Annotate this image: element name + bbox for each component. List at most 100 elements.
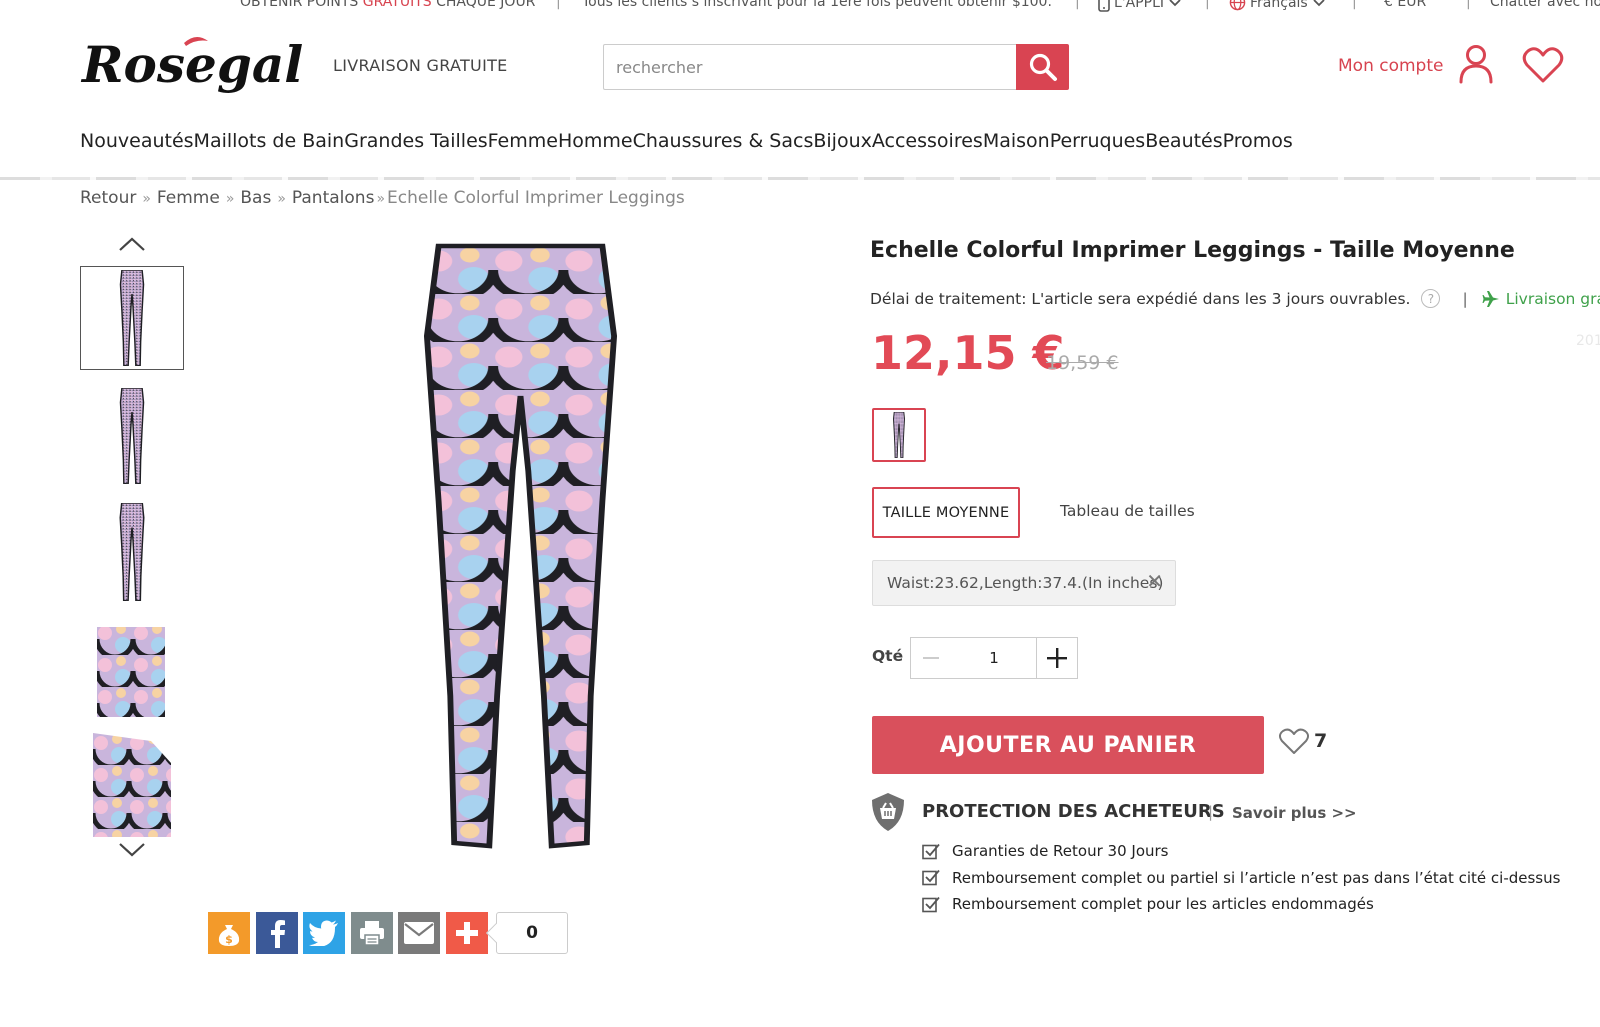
nav-item-swimwear[interactable]: Maillots de Bain xyxy=(194,130,345,152)
processing-time: Délai de traitement: L'article sera expé… xyxy=(870,289,1411,308)
thumbnail-scroll-down[interactable] xyxy=(118,842,146,862)
twitter-share-button[interactable] xyxy=(303,912,345,954)
product-thumbnail[interactable] xyxy=(80,500,184,604)
product-main-image[interactable] xyxy=(270,238,760,858)
language-menu[interactable]: Français xyxy=(1229,0,1325,11)
globe-icon xyxy=(1229,0,1246,11)
close-icon[interactable]: ✕ xyxy=(1146,569,1163,593)
checkbox-check-icon xyxy=(922,870,940,886)
plus-icon xyxy=(1047,648,1067,668)
guarantee-text: Remboursement complet pour les articles … xyxy=(952,895,1374,914)
points-text-free: GRATUITS xyxy=(362,0,432,10)
nav-item-shoes-bags[interactable]: Chaussures & Sacs xyxy=(633,130,814,152)
leggings-image xyxy=(270,238,760,858)
size-measurements: Waist:23.62,Length:37.4.(In inches) ✕ xyxy=(872,560,1176,606)
breadcrumb-women[interactable]: Femme xyxy=(157,188,220,208)
email-share-button[interactable] xyxy=(398,912,440,954)
checkbox-check-icon xyxy=(922,896,940,913)
search-input[interactable] xyxy=(603,44,1016,90)
more-share-button[interactable] xyxy=(446,912,488,954)
processing-info: Délai de traitement: L'article sera expé… xyxy=(870,289,1600,308)
phone-icon xyxy=(1098,0,1110,12)
add-to-cart-button[interactable]: AJOUTER AU PANIER xyxy=(872,716,1264,774)
leggings-swatch-image xyxy=(893,412,905,458)
nav-item-home[interactable]: Maison xyxy=(983,130,1050,152)
guarantee-list: Garanties de Retour 30 Jours Rembourseme… xyxy=(922,838,1560,918)
plus-icon xyxy=(456,922,478,944)
breadcrumb-back[interactable]: Retour xyxy=(80,188,136,208)
heart-icon[interactable] xyxy=(1522,46,1564,88)
guarantee-item: Remboursement complet ou partiel si l’ar… xyxy=(922,865,1560,892)
nav-item-new[interactable]: Nouveautés xyxy=(80,130,194,152)
quantity-increase-button[interactable] xyxy=(1036,637,1078,679)
share-count: 0 xyxy=(496,912,568,954)
nav-item-plus-size[interactable]: Grandes Tailles xyxy=(344,130,487,152)
quantity-decrease-button[interactable] xyxy=(910,637,952,679)
product-title: Echelle Colorful Imprimer Leggings - Tai… xyxy=(870,238,1515,263)
nav-item-jewelry[interactable]: Bijoux xyxy=(813,130,872,152)
chevron-down-icon xyxy=(1169,0,1181,7)
leggings-thumbnail-image xyxy=(119,388,145,484)
thumbnail-scroll-up[interactable] xyxy=(118,236,146,256)
quantity-input[interactable] xyxy=(951,637,1037,679)
original-price: 19,59 € xyxy=(1046,352,1119,374)
nav-item-accessories[interactable]: Accessoires xyxy=(872,130,983,152)
facebook-share-button[interactable] xyxy=(256,912,298,954)
search-icon xyxy=(1029,53,1057,81)
share-earn-button[interactable]: $ xyxy=(208,912,250,954)
search-button[interactable] xyxy=(1016,44,1069,90)
topbar-separator: | xyxy=(1466,0,1471,10)
free-shipping-label: Livraison gratuit xyxy=(1505,289,1600,308)
shield-basket-icon xyxy=(870,792,906,836)
nav-item-beauty[interactable]: Beautés xyxy=(1145,130,1222,152)
minus-icon xyxy=(923,657,939,659)
checkbox-check-icon xyxy=(922,843,940,860)
chevron-up-icon xyxy=(119,237,145,251)
money-bag-icon: $ xyxy=(218,925,240,946)
guarantee-item: Remboursement complet pour les articles … xyxy=(922,891,1560,918)
breadcrumb-pants[interactable]: Pantalons xyxy=(292,188,375,208)
topbar-separator: | xyxy=(556,0,561,10)
chevron-down-icon xyxy=(1313,0,1325,6)
breadcrumb-current: Echelle Colorful Imprimer Leggings xyxy=(387,188,685,208)
nav-item-wigs[interactable]: Perruques xyxy=(1050,130,1146,152)
nav-divider xyxy=(0,177,1600,180)
question-icon[interactable]: ? xyxy=(1421,289,1441,308)
size-chart-link[interactable]: Tableau de tailles xyxy=(1060,502,1195,520)
chat-link[interactable]: Chatter avec no xyxy=(1490,0,1600,10)
my-account-link[interactable]: Mon compte xyxy=(1338,56,1443,76)
rosegal-logo[interactable]: Rosegal xyxy=(80,30,312,106)
app-menu[interactable]: L'APPLI xyxy=(1098,0,1181,12)
learn-more-link[interactable]: Savoir plus >> xyxy=(1232,804,1357,822)
logo-wordmark: Rosegal xyxy=(80,35,303,94)
measurements-text: Waist:23.62,Length:37.4.(In inches) xyxy=(887,574,1164,592)
leggings-thumbnail-image xyxy=(119,270,145,366)
airplane-icon xyxy=(1482,290,1499,307)
product-thumbnail[interactable] xyxy=(80,620,184,724)
print-button[interactable] xyxy=(351,912,393,954)
points-text-post: CHAQUE JOUR xyxy=(436,0,536,10)
currency-menu[interactable]: € EUR xyxy=(1384,0,1426,10)
product-thumbnail[interactable] xyxy=(80,384,184,488)
guarantee-text: Remboursement complet ou partiel si l’ar… xyxy=(952,868,1561,887)
top-utility-bar: OBTENIR POINTS GRATUITS CHAQUE JOUR | To… xyxy=(0,0,1600,16)
breadcrumb-bottoms[interactable]: Bas xyxy=(240,188,271,208)
size-option-medium[interactable]: TAILLE MOYENNE xyxy=(872,487,1020,538)
breadcrumb-separator: » xyxy=(225,191,235,207)
svg-text:$: $ xyxy=(225,933,233,946)
nav-item-men[interactable]: Homme xyxy=(558,130,633,152)
color-swatch-selected[interactable] xyxy=(872,408,926,462)
product-thumbnail[interactable] xyxy=(80,266,184,370)
nav-item-promos[interactable]: Promos xyxy=(1223,130,1293,152)
free-shipping-info[interactable]: Livraison gratuit xyxy=(1482,290,1600,308)
user-icon[interactable] xyxy=(1458,44,1494,88)
buyer-protection-title: PROTECTION DES ACHETEURS xyxy=(922,801,1225,822)
topbar-separator: | xyxy=(1075,0,1080,10)
language-label: Français xyxy=(1250,0,1308,11)
product-thumbnail[interactable] xyxy=(80,733,184,837)
protection-separator: | xyxy=(1208,803,1214,821)
daily-points-link[interactable]: OBTENIR POINTS GRATUITS CHAQUE JOUR xyxy=(240,0,535,10)
wishlist-button[interactable]: 7 xyxy=(1278,727,1327,755)
nav-item-women[interactable]: Femme xyxy=(488,130,558,152)
signup-promo[interactable]: Tous les clients s’inscrivant pour la 1è… xyxy=(582,0,1052,10)
